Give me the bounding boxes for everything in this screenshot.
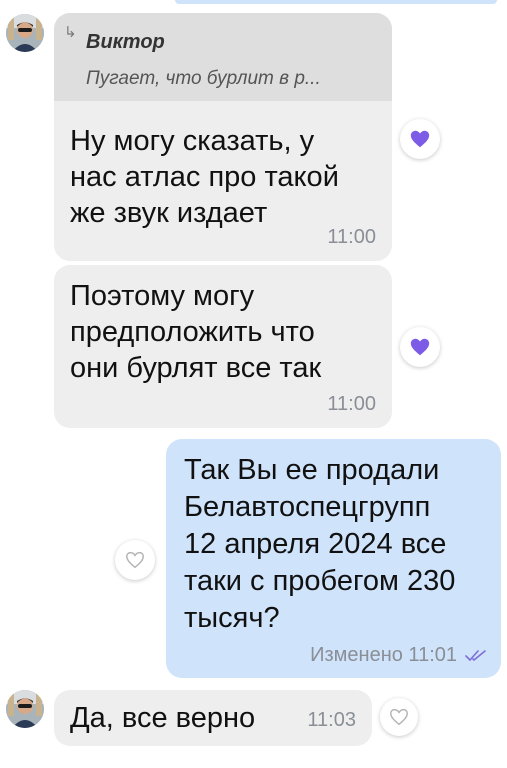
double-check-icon <box>465 649 487 668</box>
previous-outgoing-bubble-edge <box>175 0 497 4</box>
reply-arrow-icon: ↳ <box>64 24 77 41</box>
message-line: 12 апреля 2024 все <box>184 528 447 560</box>
reply-text: Пугает, что бурлит в р... <box>86 68 321 89</box>
avatar[interactable] <box>6 690 44 728</box>
reaction-button[interactable] <box>400 327 440 367</box>
heart-outline-icon <box>126 551 144 569</box>
reaction-button[interactable] <box>380 698 418 736</box>
message-line: Так Вы ее продали <box>184 454 440 486</box>
message-line: Ну могу сказать, у <box>70 125 315 157</box>
message-time: 11:00 <box>327 393 376 415</box>
message-line: Поэтому могу <box>70 280 255 312</box>
message-bubble[interactable]: Да, все верно 11:03 <box>54 690 372 746</box>
message-bubble[interactable]: Поэтому могу предположить что они бурлят… <box>54 265 392 428</box>
message-line: Да, все верно <box>70 702 256 734</box>
avatar-image <box>6 690 44 728</box>
message-line: нас атлас про такой <box>70 161 339 193</box>
reaction-button[interactable] <box>115 540 155 580</box>
message-bubble[interactable]: ↳ Виктор Пугает, что бурлит в р... Ну мо… <box>54 13 392 261</box>
heart-filled-icon <box>410 130 430 148</box>
message-status: Изменено 11:01 <box>310 644 457 666</box>
message-text: Так Вы ее продали Белавтоспецгрупп 12 ап… <box>184 452 455 637</box>
message-line: они бурлят все так <box>70 352 322 384</box>
reaction-button[interactable] <box>400 119 440 159</box>
heart-filled-icon <box>410 338 430 356</box>
message-time: 11:00 <box>327 226 376 248</box>
message-text: Да, все верно <box>70 700 255 736</box>
message-text: Поэтому могу предположить что они бурлят… <box>70 278 321 386</box>
message-line: Белавтоспецгрупп <box>184 491 431 523</box>
message-line: таки с пробегом 230 <box>184 565 456 597</box>
message-text: Ну могу сказать, у нас атлас про такой ж… <box>70 123 339 231</box>
reply-quote[interactable]: ↳ Виктор Пугает, что бурлит в р... <box>54 13 392 101</box>
message-line: тысяч? <box>184 602 280 634</box>
reply-author: Виктор <box>86 31 165 53</box>
avatar[interactable] <box>6 14 44 52</box>
message-line: предположить что <box>70 316 315 348</box>
avatar-image <box>6 14 44 52</box>
message-bubble-outgoing[interactable]: Так Вы ее продали Белавтоспецгрупп 12 ап… <box>166 439 501 678</box>
message-time: 11:03 <box>307 709 356 731</box>
heart-outline-icon <box>390 708 408 726</box>
message-line: же звук издает <box>70 197 268 229</box>
